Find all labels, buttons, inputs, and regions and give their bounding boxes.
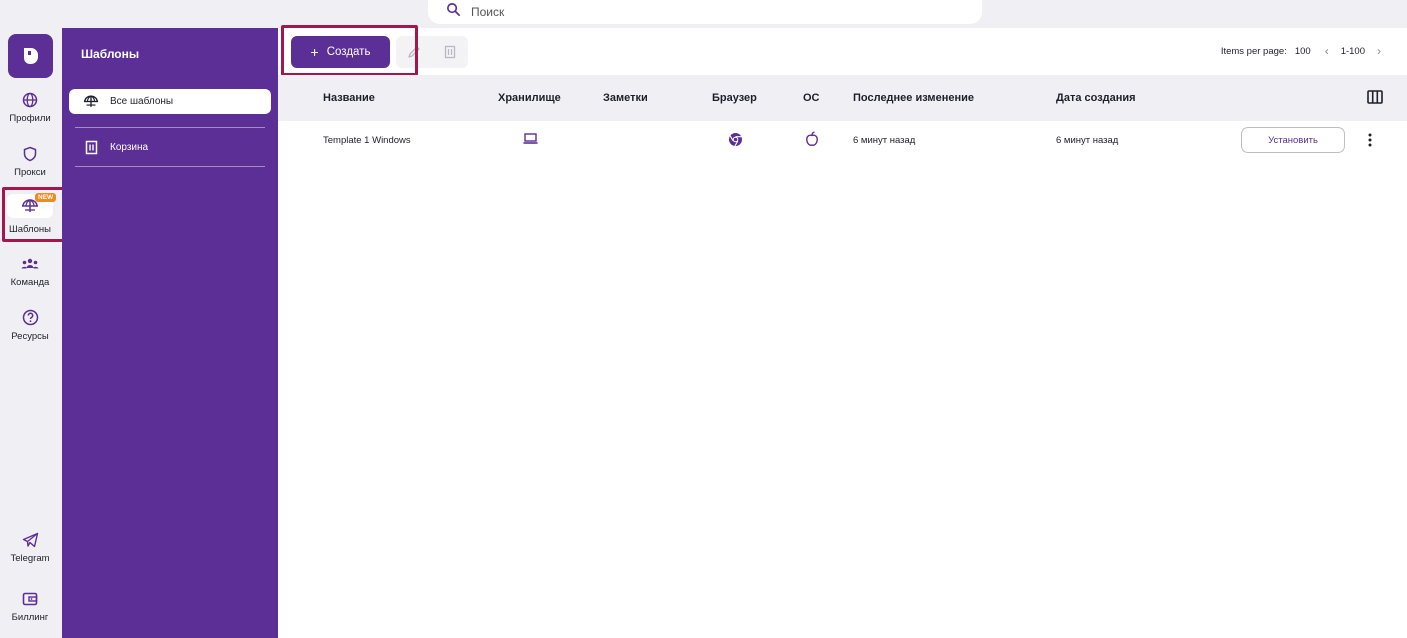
- template-icon: [83, 95, 99, 107]
- page-range: 1-100: [1340, 45, 1365, 57]
- column-header-browser[interactable]: Браузер: [712, 92, 757, 104]
- column-header-name[interactable]: Название: [323, 92, 375, 104]
- pagination: Items per page: 100 ‹ 1-100 ›: [1221, 44, 1381, 58]
- rail-item-proxies[interactable]: Прокси: [0, 146, 60, 178]
- column-header-notes[interactable]: Заметки: [603, 92, 648, 104]
- table-row[interactable]: Template 1 Windows 6 минут назад 6 минут…: [278, 121, 1407, 159]
- laptop-icon: [523, 133, 538, 147]
- search-input[interactable]: [471, 5, 871, 19]
- rail-item-label: Профили: [9, 113, 51, 124]
- rail-item-label: Биллинг: [11, 612, 49, 623]
- search-icon: [446, 2, 461, 22]
- divider: [75, 127, 265, 128]
- more-options-icon[interactable]: [1367, 132, 1373, 151]
- rail-item-resources[interactable]: Ресурсы: [0, 309, 60, 342]
- sidebar-title: Шаблоны: [81, 47, 140, 61]
- chromium-icon: [728, 132, 743, 150]
- delete-button[interactable]: [432, 36, 468, 68]
- rail-item-profiles[interactable]: Профили: [0, 92, 60, 124]
- rail-item-label: Telegram: [10, 553, 50, 564]
- created-time: 6 минут назад: [1056, 135, 1119, 146]
- install-button[interactable]: Установить: [1241, 127, 1345, 153]
- sidebar-item-trash[interactable]: Корзина: [69, 135, 271, 160]
- column-header-modified[interactable]: Последнее изменение: [853, 92, 974, 104]
- rail-item-team[interactable]: Команда: [0, 256, 60, 288]
- items-per-page-label: Items per page:: [1220, 45, 1287, 57]
- help-icon: [22, 309, 38, 326]
- templates-sidebar: Шаблоны Все шаблоны Корзина: [62, 28, 278, 638]
- column-header-os[interactable]: ОС: [803, 92, 820, 104]
- rail-item-label: Ресурсы: [11, 331, 49, 342]
- items-per-page-select[interactable]: 100: [1295, 46, 1311, 57]
- trash-icon: [85, 140, 97, 155]
- column-header-created[interactable]: Дата создания: [1056, 92, 1136, 104]
- sidebar-item-label: Корзина: [110, 142, 149, 153]
- sidebar-item-label: Все шаблоны: [110, 96, 174, 107]
- table-header: Название Хранилище Заметки Браузер ОС По…: [278, 75, 1407, 121]
- toolbar: + Создать Items per page: 100 ‹ 1-100 ›: [278, 25, 1407, 76]
- trash-icon: [444, 45, 456, 59]
- rail-item-telegram[interactable]: Telegram: [0, 532, 60, 564]
- column-header-storage[interactable]: Хранилище: [498, 92, 561, 104]
- shield-icon: [23, 146, 37, 162]
- wallet-icon: [22, 592, 38, 606]
- logo-icon: [23, 48, 38, 64]
- prev-page-icon[interactable]: ‹: [1325, 44, 1329, 58]
- columns-icon[interactable]: [1367, 90, 1383, 107]
- modified-time: 6 минут назад: [853, 135, 916, 146]
- sidebar-item-all-templates[interactable]: Все шаблоны: [69, 89, 271, 114]
- telegram-icon: [22, 532, 38, 548]
- icon-rail: Профили Прокси Шаблоны NEW Команда Ресур…: [0, 28, 62, 638]
- template-name: Template 1 Windows: [323, 135, 411, 146]
- rail-item-label: Прокси: [14, 167, 46, 178]
- apple-icon: [805, 131, 819, 150]
- app-logo[interactable]: [8, 34, 53, 78]
- rail-item-label: Команда: [10, 277, 50, 288]
- divider: [75, 166, 265, 167]
- next-page-icon[interactable]: ›: [1377, 44, 1381, 58]
- globe-icon: [22, 92, 38, 108]
- rail-item-billing[interactable]: Биллинг: [0, 591, 60, 623]
- highlight-frame: [281, 25, 418, 76]
- search-bar[interactable]: [428, 0, 982, 24]
- team-icon: [21, 258, 39, 269]
- main-content: + Создать Items per page: 100 ‹ 1-100 › …: [278, 25, 1407, 638]
- highlight-frame: [2, 187, 65, 242]
